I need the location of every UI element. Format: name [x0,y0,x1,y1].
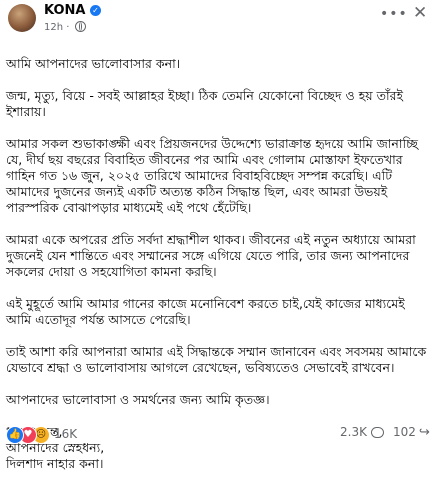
meta-separator: · [66,22,70,33]
share-icon: ↪ [418,425,430,440]
post-paragraph: জন্ম, মৃত্যু, বিয়ে - সবই আল্লাহর ইচ্ছা।… [6,88,403,119]
post-paragraph: তাই আশা করি আপনারা আমার এই সিদ্ধান্তকে স… [6,344,427,375]
comment-icon [370,427,384,438]
post-paragraph: আমরা একে অপরের প্রতি সর্বদা শ্রদ্ধাশীল থ… [6,232,416,279]
author-name[interactable]: KONA [44,3,85,19]
post-paragraph: আপনাদের ভালোবাসা ও সমর্থনের জন্য আমি কৃত… [6,392,270,407]
post-header: KONA ✓ 12h · ••• ✕ [0,0,436,40]
post-paragraph: এই মুহূর্তে আমি আমার গানের কাজে মনোনিবেশ… [6,296,405,327]
share-count-group[interactable]: 102 ↪ [393,425,430,440]
post-meta: 12h · [44,21,86,34]
share-count[interactable]: 102 [393,425,416,439]
post-time[interactable]: 12h [44,22,63,33]
post-body: আমি আপনাদের ভালোবাসার কনা। জন্ম, মৃত্যু,… [6,40,431,488]
reaction-count[interactable]: 16K [54,427,77,441]
close-icon[interactable]: ✕ [413,3,427,23]
comment-count-group[interactable]: 2.3K [340,425,384,439]
comment-count[interactable]: 2.3K [340,425,367,439]
globe-icon [74,21,86,32]
verified-badge-icon: ✓ [90,5,101,16]
post-paragraph: আমার সকল শুভাকাঙ্ক্ষী এবং প্রিয়জনদের উদ… [6,136,418,215]
avatar[interactable] [8,4,36,32]
like-icon[interactable]: 👍 [6,426,24,444]
reactions-bar: 👍 ♥ ☹ 16K 2.3K 102 ↪ [0,423,436,447]
more-options-icon[interactable]: ••• [380,6,408,22]
post-paragraph: আমি আপনাদের ভালোবাসার কনা। [6,56,181,71]
